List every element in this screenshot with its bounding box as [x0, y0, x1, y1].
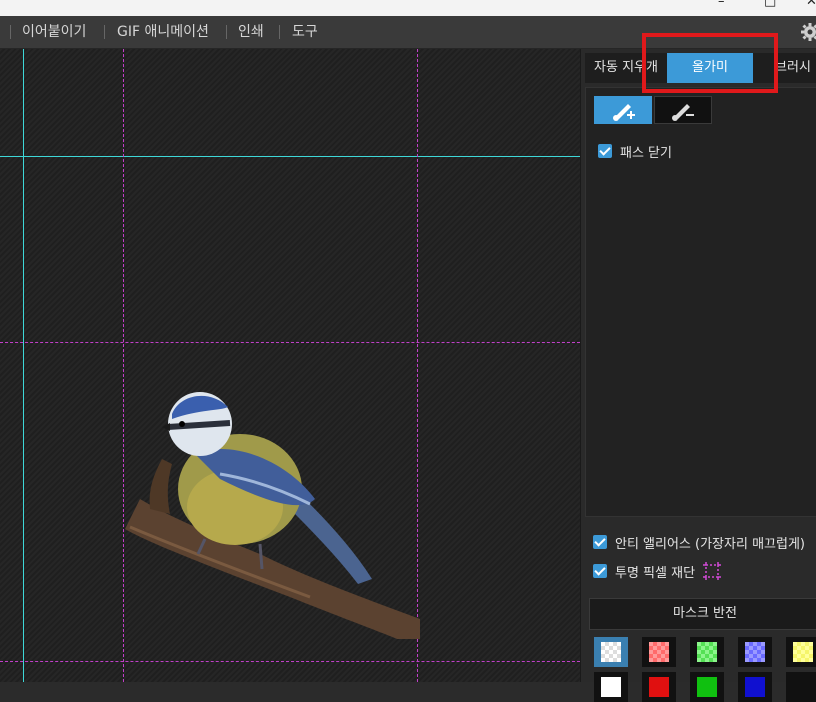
menu-item-print[interactable]: 인쇄 [238, 16, 264, 48]
close-path-option[interactable]: 패스 닫기 [598, 142, 672, 160]
trim-checkbox[interactable] [593, 564, 607, 578]
title-bar: – □ ✕ [0, 0, 816, 16]
mask-color-solid-green[interactable] [690, 672, 724, 702]
tool-panel: 자동 지우개 올가미 브러시 패스 닫기 안티 앨리어스 (가장자리 매끄럽게) [580, 49, 816, 682]
antialias-option[interactable]: 안티 앨리어스 (가장자리 매끄럽게) [593, 533, 805, 551]
swatch-fill [793, 677, 813, 697]
maximize-button[interactable]: □ [764, 0, 776, 10]
menu-separator [279, 25, 280, 39]
lasso-options: 패스 닫기 [585, 87, 816, 517]
mask-color-green[interactable] [690, 637, 724, 667]
swatch-fill [649, 642, 669, 662]
tool-tabs: 자동 지우개 올가미 브러시 [585, 53, 816, 83]
swatch-fill [649, 677, 669, 697]
mask-color-black[interactable] [786, 672, 816, 702]
gear-icon[interactable] [800, 22, 816, 42]
guide-line-horizontal[interactable] [0, 156, 580, 157]
mask-color-blue[interactable] [738, 637, 772, 667]
subtract-selection-button[interactable] [654, 96, 712, 124]
mask-color-transparent[interactable] [594, 637, 628, 667]
menu-bar: 이어붙이기 GIF 애니메이션 인쇄 도구 [0, 16, 816, 49]
menu-separator [226, 25, 227, 39]
menu-item-tools[interactable]: 도구 [292, 16, 318, 48]
close-path-checkbox[interactable] [598, 144, 612, 158]
swatch-fill [601, 677, 621, 697]
image-canvas[interactable] [0, 49, 580, 682]
brush-minus-icon [655, 97, 711, 123]
tab-auto-eraser[interactable]: 자동 지우개 [585, 53, 667, 83]
brush-plus-icon [594, 96, 652, 124]
trim-label: 투명 픽셀 재단 [615, 562, 695, 581]
mask-invert-button[interactable]: 마스크 반전 [589, 598, 816, 630]
swatch-fill [745, 642, 765, 662]
add-selection-button[interactable] [594, 96, 652, 124]
menu-separator [10, 25, 11, 39]
tab-lasso[interactable]: 올가미 [667, 53, 753, 83]
grid-line-horizontal [0, 661, 580, 662]
trim-transparent-option[interactable]: 투명 픽셀 재단 [593, 562, 721, 580]
swatch-fill [697, 677, 717, 697]
close-path-label: 패스 닫기 [620, 142, 672, 161]
swatch-fill [793, 642, 813, 662]
crop-icon [703, 562, 721, 580]
swatch-fill [697, 642, 717, 662]
menu-separator [104, 25, 105, 39]
menu-item-gif-animation[interactable]: GIF 애니메이션 [117, 16, 209, 48]
tab-brush[interactable]: 브러시 [763, 53, 816, 83]
swatch-fill [745, 677, 765, 697]
antialias-label: 안티 앨리어스 (가장자리 매끄럽게) [615, 533, 805, 552]
mask-color-white[interactable] [594, 672, 628, 702]
checker-icon [601, 642, 621, 662]
mask-color-red[interactable] [642, 637, 676, 667]
guide-line-vertical[interactable] [23, 49, 24, 682]
mask-color-solid-red[interactable] [642, 672, 676, 702]
bird-on-branch-image [110, 339, 420, 639]
menu-item-stitch[interactable]: 이어붙이기 [22, 16, 86, 48]
mask-color-solid-blue[interactable] [738, 672, 772, 702]
antialias-checkbox[interactable] [593, 535, 607, 549]
mask-color-yellow[interactable] [786, 637, 816, 667]
minimize-button[interactable]: – [718, 0, 725, 10]
close-button[interactable]: ✕ [806, 0, 816, 10]
